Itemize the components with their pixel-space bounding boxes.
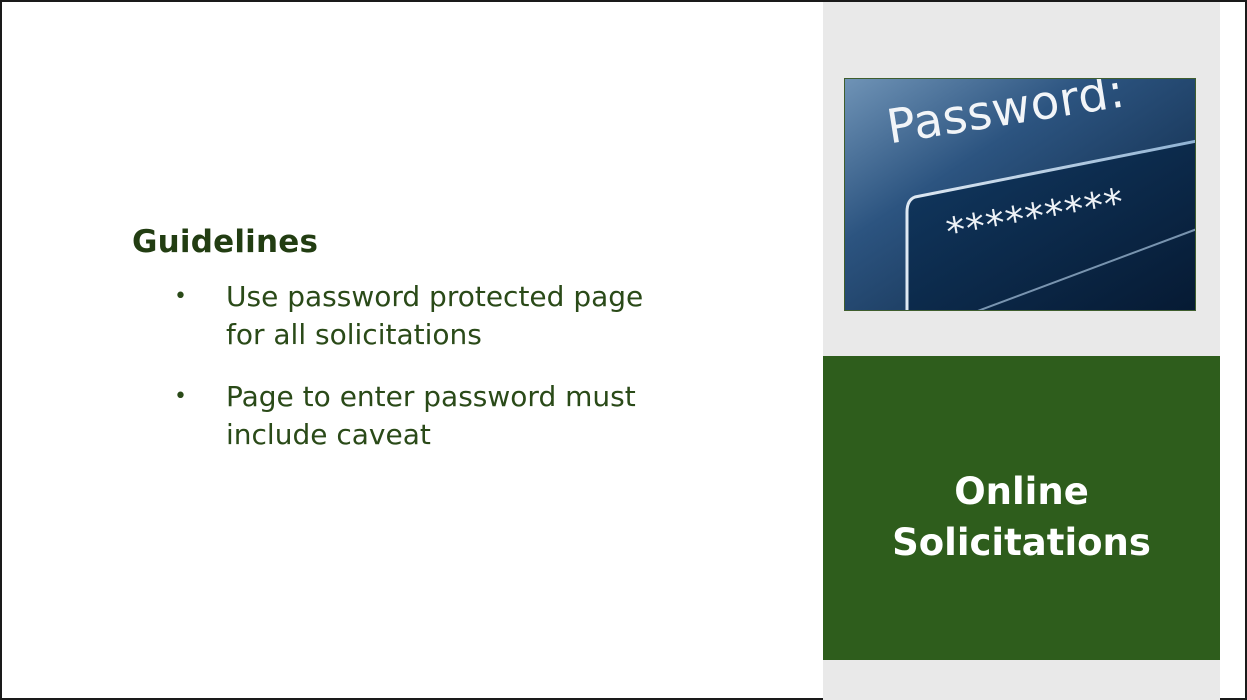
bullet-text: Use password protected page for all soli… (226, 280, 644, 351)
slide-heading: Guidelines (132, 224, 319, 260)
slide-title: Online Solicitations (892, 466, 1151, 568)
bullet-dot-icon: • (174, 384, 187, 409)
slide-title-line: Online (954, 470, 1089, 513)
slide-title-line: Solicitations (892, 521, 1151, 564)
slide-content: Guidelines • Use password protected page… (132, 224, 772, 478)
bullet-item: • Page to enter password must include ca… (132, 378, 686, 454)
bullet-list: • Use password protected page for all so… (132, 278, 772, 454)
bullet-text: Page to enter password must include cave… (226, 380, 636, 451)
bullet-dot-icon: • (174, 284, 187, 309)
password-photo: Password: ********* (844, 78, 1196, 311)
slide: Guidelines • Use password protected page… (0, 0, 1247, 700)
title-box: Online Solicitations (823, 356, 1220, 660)
bullet-item: • Use password protected page for all so… (132, 278, 686, 354)
